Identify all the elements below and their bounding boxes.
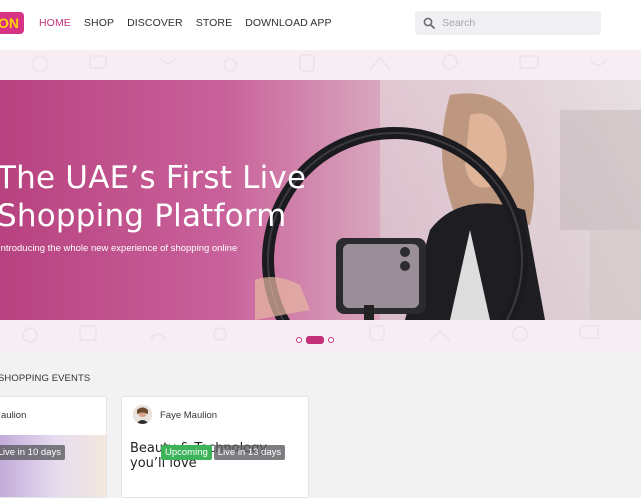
nav-home[interactable]: HOME — [39, 17, 71, 29]
carousel-dots — [296, 336, 334, 344]
carousel-dot-1[interactable] — [296, 337, 302, 343]
hero-banner[interactable]: The UAE’s First Live Shopping Platform I… — [0, 80, 641, 320]
hero-title-line1: The UAE’s First Live — [0, 160, 307, 196]
main-nav: HOME SHOP DISCOVER STORE DOWNLOAD APP — [39, 17, 345, 29]
card-badges: ng Live in 10 days — [0, 445, 65, 460]
carousel-dot-2[interactable] — [306, 336, 324, 344]
hero-title-line2: Shopping Platform — [0, 198, 287, 234]
search-input[interactable] — [442, 17, 592, 29]
brand-logo[interactable]: ON — [0, 12, 24, 34]
time-badge: Live in 13 days — [213, 445, 286, 460]
top-header: ON HOME SHOP DISCOVER STORE DOWNLOAD APP — [0, 0, 641, 50]
hero-subtitle: Introducing the whole new experience of … — [0, 243, 238, 254]
card-badges: Upcoming Live in 13 days — [161, 445, 286, 460]
avatar-image — [133, 405, 152, 424]
card-host-name: aulion — [1, 410, 27, 421]
search-box[interactable] — [415, 11, 601, 35]
event-card[interactable]: aulion ng Live in 10 days — [0, 396, 107, 498]
hero-title: The UAE’s First Live Shopping Platform — [0, 159, 357, 235]
section-title: SHOPPING EVENTS — [0, 373, 91, 384]
nav-download-app[interactable]: DOWNLOAD APP — [245, 17, 331, 29]
nav-shop[interactable]: SHOP — [84, 17, 114, 29]
brand-logo-text: ON — [0, 15, 19, 31]
nav-discover[interactable]: DISCOVER — [127, 17, 183, 29]
card-host-name: Faye Maulion — [160, 410, 218, 421]
time-badge: Live in 10 days — [0, 445, 65, 460]
carousel-dot-3[interactable] — [328, 337, 334, 343]
event-card[interactable]: Faye Maulion Beauty & Technology you’ll … — [121, 396, 309, 498]
nav-store[interactable]: STORE — [196, 17, 232, 29]
avatar — [133, 405, 152, 424]
status-badge: Upcoming — [161, 445, 212, 460]
search-icon — [423, 17, 435, 29]
